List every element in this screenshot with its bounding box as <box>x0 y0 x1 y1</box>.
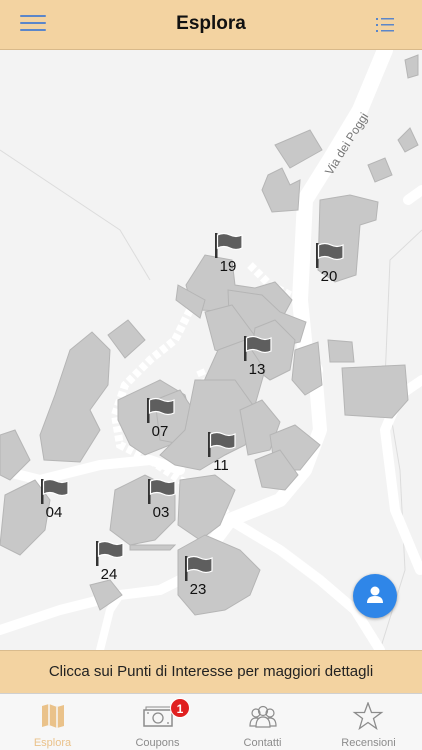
poi-number: 20 <box>320 268 338 285</box>
tab-label: Esplora <box>33 737 72 749</box>
flag-icon <box>244 335 272 361</box>
tab-esplora[interactable]: Esplora <box>0 694 105 750</box>
poi-marker-24[interactable]: 24 <box>87 540 131 592</box>
flag-icon <box>147 397 175 423</box>
poi-number: 13 <box>248 361 266 378</box>
poi-marker-20[interactable]: 20 <box>307 242 351 294</box>
poi-marker-04[interactable]: 04 <box>32 478 76 530</box>
poi-marker-23[interactable]: 23 <box>176 555 220 607</box>
tab-coupons[interactable]: Coupons <box>105 694 210 750</box>
list-icon[interactable] <box>376 17 394 33</box>
poi-marker-03[interactable]: 03 <box>139 478 183 530</box>
poi-number: 03 <box>152 504 170 521</box>
tab-recensioni[interactable]: Recensioni <box>315 694 422 750</box>
map-view[interactable]: Via dei Poggi 19 20 13 07 11 04 03 24 23 <box>0 50 422 650</box>
poi-marker-13[interactable]: 13 <box>235 335 279 387</box>
flag-icon <box>148 478 176 504</box>
flag-icon <box>208 431 236 457</box>
tab-label: Coupons <box>135 737 180 749</box>
poi-number: 23 <box>189 581 207 598</box>
coupons-badge: 1 <box>170 698 190 718</box>
map-icon <box>42 704 64 728</box>
poi-marker-07[interactable]: 07 <box>138 397 182 449</box>
flag-icon <box>185 555 213 581</box>
tab-contatti[interactable]: Contatti <box>210 694 315 750</box>
poi-number: 07 <box>151 423 169 440</box>
poi-marker-11[interactable]: 11 <box>199 431 243 483</box>
user-location-icon <box>367 586 383 603</box>
flag-icon <box>41 478 69 504</box>
tab-label: Contatti <box>243 737 282 749</box>
hint-bar: Clicca sui Punti di Interesse per maggio… <box>0 650 422 693</box>
locate-user-button[interactable] <box>353 574 397 618</box>
poi-marker-19[interactable]: 19 <box>206 232 250 284</box>
tab-label: Recensioni <box>341 737 396 749</box>
poi-number: 04 <box>45 504 63 521</box>
poi-number: 11 <box>213 457 229 474</box>
flag-icon <box>316 242 344 268</box>
contacts-icon <box>249 705 277 728</box>
star-icon <box>352 702 384 730</box>
top-bar: Esplora <box>0 0 422 50</box>
poi-number: 19 <box>219 258 237 275</box>
flag-icon <box>215 232 243 258</box>
flag-icon <box>96 540 124 566</box>
tab-bar: Esplora Coupons Contatti Recensioni <box>0 693 422 750</box>
page-title: Esplora <box>176 13 246 34</box>
poi-number: 24 <box>100 566 118 583</box>
